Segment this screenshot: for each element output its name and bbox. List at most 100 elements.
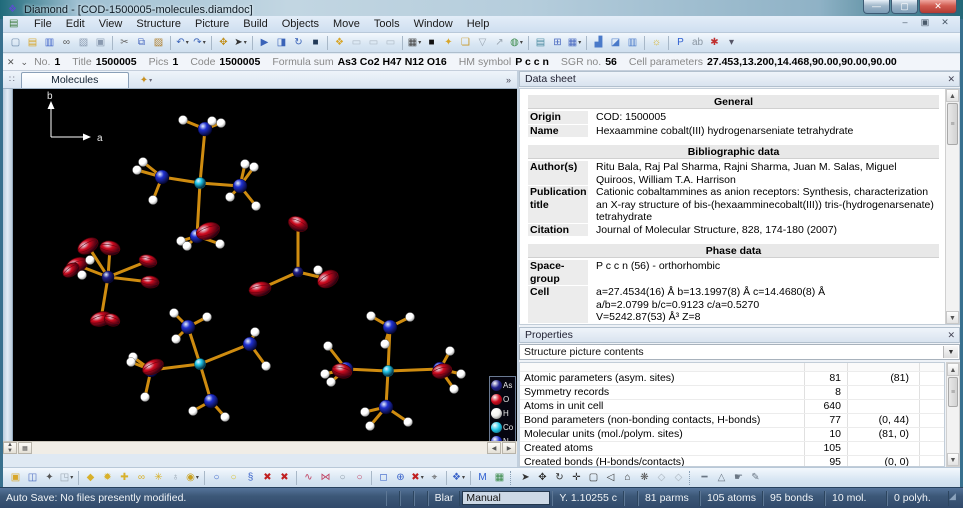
ruler-icon[interactable]: ━ <box>696 470 713 486</box>
properties-close-icon[interactable]: ✕ <box>947 330 955 341</box>
powder-icon[interactable]: ✱ <box>706 35 723 51</box>
print-preview-icon[interactable]: ▧ <box>75 35 92 51</box>
menu-picture[interactable]: Picture <box>188 17 236 31</box>
menu-view[interactable]: View <box>92 17 130 31</box>
record-close-icon[interactable]: ✕ <box>7 57 15 68</box>
prop-scroll-up-icon[interactable]: ▲ <box>947 363 959 376</box>
bond-angle-icon[interactable]: ⋈ <box>317 470 334 486</box>
properties-row[interactable]: Bond parameters (non-bonding contacts, H… <box>520 414 944 428</box>
move-all-icon[interactable]: ✥ <box>534 470 551 486</box>
copy-picture-icon[interactable]: ❏ <box>457 35 474 51</box>
menu-help[interactable]: Help <box>460 17 497 31</box>
menu-structure[interactable]: Structure <box>129 17 188 31</box>
scrollbar-thumb[interactable]: ≡ <box>947 103 958 145</box>
menu-edit[interactable]: Edit <box>59 17 92 31</box>
center-target-icon[interactable]: ⊕ <box>392 470 409 486</box>
bond-create-icon[interactable]: ∿ <box>300 470 317 486</box>
track-prev-icon[interactable]: ◇ <box>653 470 670 486</box>
selector-dropdown-icon[interactable]: ▼ <box>943 346 958 358</box>
cell-cube-icon[interactable]: ◻ <box>375 470 392 486</box>
net-icon[interactable]: ✳ <box>150 470 167 486</box>
window-split-icon[interactable]: ▭ <box>382 35 399 51</box>
black-picture-icon[interactable]: ■ <box>423 35 440 51</box>
pointer-icon[interactable]: ➤ <box>517 470 534 486</box>
spin-icon[interactable]: ❋ <box>636 470 653 486</box>
chart-line-icon[interactable]: ◪ <box>607 35 624 51</box>
redo-icon[interactable]: ↷▾ <box>191 35 208 51</box>
picture-goto-icon[interactable]: ◫ <box>24 470 41 486</box>
atom-group-icon[interactable]: ✹ <box>99 470 116 486</box>
grid-button[interactable]: ▦ <box>18 442 32 454</box>
spin-buttons[interactable]: ▲▼ <box>3 442 17 454</box>
copy-icon[interactable]: ⧉ <box>133 35 150 51</box>
prop-scroll-down-icon[interactable]: ▼ <box>947 453 959 466</box>
export-picture-icon[interactable]: ↗ <box>491 35 508 51</box>
angle-triangle-icon[interactable]: △ <box>713 470 730 486</box>
build-wrench-icon[interactable]: ✦ <box>41 470 58 486</box>
viewer-hscrollbar[interactable]: ▲▼ ▦ ◀ ▶ <box>3 441 517 454</box>
shift-icon[interactable]: ✛ <box>568 470 585 486</box>
minimize-button[interactable]: — <box>863 0 890 14</box>
properties-row[interactable]: Atomic parameters (asym. sites)81(81) <box>520 372 944 386</box>
grid-view-icon[interactable]: ▦▾ <box>406 35 423 51</box>
scroll-up-icon[interactable]: ▲ <box>946 89 959 102</box>
properties-scrollbar[interactable]: ▲ ≡ ▼ <box>946 362 960 467</box>
close-button[interactable]: ✕ <box>919 0 957 14</box>
ring-blue-icon[interactable]: ○ <box>208 470 225 486</box>
doc-restore-button[interactable]: ▣ <box>918 17 932 28</box>
molecule-m-icon[interactable]: M <box>474 470 491 486</box>
save-picture-icon[interactable]: ▽ <box>474 35 491 51</box>
window-cascade-icon[interactable]: ▭ <box>365 35 382 51</box>
folder-window-icon[interactable]: ❖ <box>331 35 348 51</box>
toolbar-overflow-icon[interactable]: ▾ <box>723 35 740 51</box>
destroy-pack-icon[interactable]: ✖ <box>259 470 276 486</box>
pan-hand-icon[interactable]: ✥ <box>215 35 232 51</box>
picture-export-icon[interactable]: ◳▾ <box>58 470 75 486</box>
open-folder-icon[interactable]: ▤ <box>24 35 41 51</box>
distances-table-icon[interactable]: ⊞ <box>549 35 566 51</box>
menu-file[interactable]: File <box>27 17 59 31</box>
datasheet-close-icon[interactable]: ✕ <box>947 74 955 85</box>
save-icon[interactable]: ▥ <box>41 35 58 51</box>
molecule-picture-icon[interactable]: ▦ <box>491 470 508 486</box>
select-arrow-icon[interactable]: ➤▾ <box>232 35 249 51</box>
datasheet-title-bar[interactable]: Data sheet ✕ <box>519 71 960 87</box>
rotate-view-icon[interactable]: ↻ <box>290 35 307 51</box>
doc-minimize-button[interactable]: – <box>898 17 912 28</box>
menu-objects[interactable]: Objects <box>275 17 326 31</box>
new-document-icon[interactable]: ▢ <box>7 35 24 51</box>
table-icon[interactable]: ▦▾ <box>566 35 583 51</box>
ghost-atoms-icon[interactable]: ♁ <box>167 470 184 486</box>
fill-sphere-icon[interactable]: ◉▾ <box>184 470 201 486</box>
properties-selector[interactable]: Structure picture contents ▼ <box>519 344 960 360</box>
ring-red-icon[interactable]: ○ <box>351 470 368 486</box>
properties-row[interactable]: Molecular units (mol./polym. sites)10(81… <box>520 428 944 442</box>
tab-molecules[interactable]: Molecules <box>21 72 129 88</box>
connect-atoms-icon[interactable]: ∞ <box>133 470 150 486</box>
new-picture-tab-button[interactable]: ✦▾ <box>137 73 155 88</box>
properties-row[interactable]: Atoms in unit cell640 <box>520 400 944 414</box>
window-tile-icon[interactable]: ▭ <box>348 35 365 51</box>
delete-icon[interactable]: ✖▾ <box>409 470 426 486</box>
properties-p-icon[interactable]: P <box>672 35 689 51</box>
diamond-icon[interactable]: ◆ <box>82 470 99 486</box>
viewer-left-scrollbar[interactable] <box>3 89 13 454</box>
globe-icon[interactable]: ◍▾ <box>508 35 525 51</box>
filter-icon[interactable]: ⌖ <box>426 470 443 486</box>
track-next-icon[interactable]: ◇ <box>670 470 687 486</box>
scroll-left-icon[interactable]: ◀ <box>487 442 501 454</box>
add-atom-icon[interactable]: ✚ <box>116 470 133 486</box>
paste-icon[interactable]: ▨ <box>150 35 167 51</box>
rotate-icon[interactable]: ↻ <box>551 470 568 486</box>
status-mode-input[interactable]: Manual <box>462 491 550 505</box>
record-nav-icon[interactable]: ⌄ <box>21 57 29 68</box>
maximize-button[interactable]: ▢ <box>891 0 918 14</box>
menu-move[interactable]: Move <box>326 17 367 31</box>
tab-overflow-icon[interactable]: » <box>506 75 511 85</box>
pack-icon[interactable]: ❖▾ <box>450 470 467 486</box>
back-view-icon[interactable]: ◁ <box>602 470 619 486</box>
tab-grid-icon[interactable]: ∷ <box>3 74 21 88</box>
image-icon[interactable]: ◨ <box>273 35 290 51</box>
properties-row[interactable]: Created atoms105 <box>520 442 944 456</box>
cut-icon[interactable]: ✂ <box>116 35 133 51</box>
